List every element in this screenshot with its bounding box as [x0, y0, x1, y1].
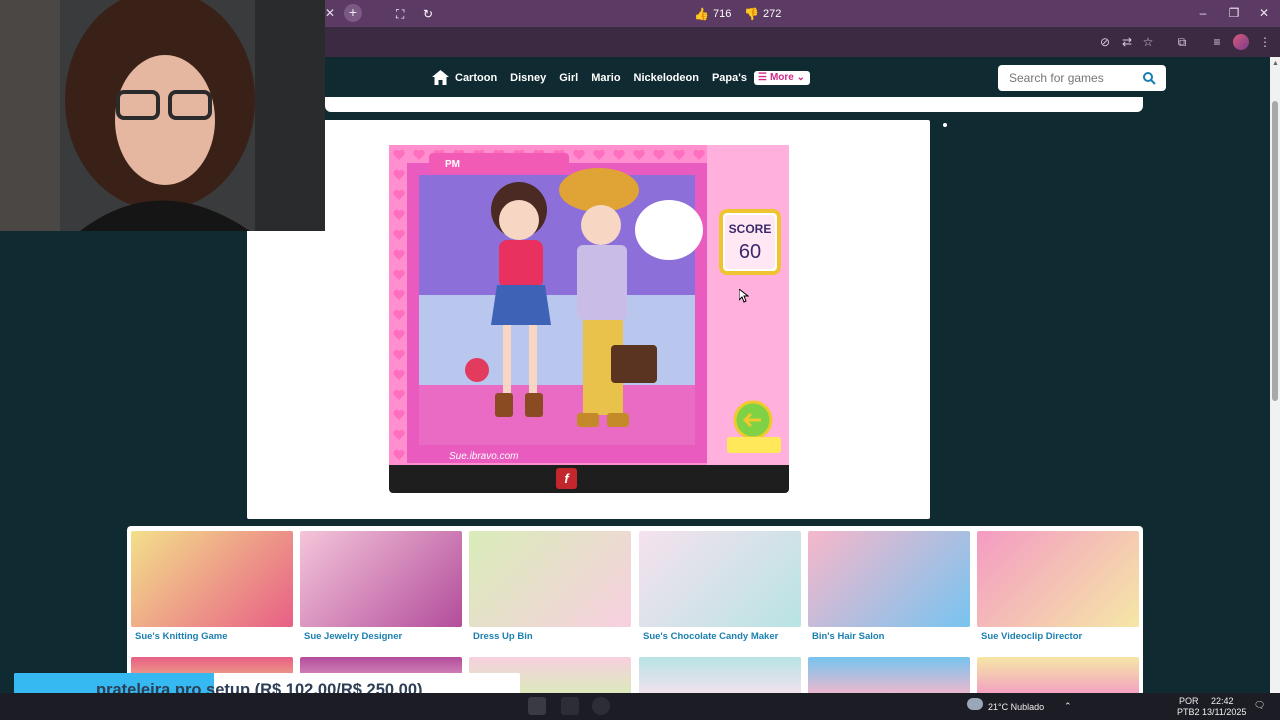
thumbnail-title[interactable]: Sue's Chocolate Candy Maker	[639, 631, 801, 642]
thumbnail-image[interactable]	[131, 531, 293, 627]
game-thumbnail-row2[interactable]	[977, 657, 1139, 697]
score-label: SCORE	[729, 222, 772, 236]
maximize-button[interactable]: ❐	[1219, 4, 1249, 22]
chevron-down-icon: ⌄	[793, 72, 806, 83]
taskbar-shield-icon[interactable]	[561, 697, 579, 715]
site-credit: Sue.ibravo.com	[449, 451, 518, 462]
weather-icon[interactable]	[967, 698, 983, 710]
thumbnail-image[interactable]	[639, 531, 801, 627]
new-tab-button[interactable]: +	[344, 4, 362, 22]
scroll-up-icon[interactable]: ▲	[1272, 60, 1279, 67]
translate-icon[interactable]: ⇄	[1118, 33, 1136, 51]
nav-mario[interactable]: Mario	[591, 70, 620, 86]
tray-chevron-icon[interactable]: ⌃	[1064, 701, 1072, 712]
thumbs-down-icon[interactable]: 👎	[744, 5, 759, 23]
nav-disney[interactable]: Disney	[510, 70, 546, 86]
thumbnail-image[interactable]	[300, 531, 462, 627]
keyboard-layout[interactable]: PTB2	[1177, 707, 1200, 718]
nav-papas[interactable]: Papa's	[712, 70, 747, 86]
game-canvas[interactable]: PM SCORE 60 Sue.ibravo.com	[389, 145, 789, 465]
media-control-icon[interactable]: ≡	[1208, 33, 1226, 51]
extensions-icon[interactable]: ⧉	[1173, 33, 1191, 51]
close-window-button[interactable]: ✕	[1249, 4, 1279, 22]
breadcrumb-strip	[325, 97, 1143, 112]
search-icon[interactable]	[1142, 71, 1156, 85]
game-thumbnail[interactable]: Dress Up Bin	[469, 531, 631, 646]
like-count: 716	[713, 8, 732, 20]
main-nav: Cartoon Disney Girl Mario Nickelodeon Pa…	[432, 70, 811, 86]
game-control-bar	[389, 465, 789, 493]
clock-time[interactable]: 22:42	[1211, 696, 1234, 707]
thumbnail-title[interactable]: Dress Up Bin	[469, 631, 631, 642]
mouse-cursor	[739, 289, 749, 303]
thumbnail-image[interactable]	[469, 531, 631, 627]
notification-icon[interactable]: 🗨	[1254, 700, 1265, 711]
thumbnail-title[interactable]: Sue Jewelry Designer	[300, 631, 462, 642]
game-thumbnail-row2[interactable]	[639, 657, 801, 697]
minimize-button[interactable]: –	[1188, 4, 1218, 22]
windows-taskbar	[0, 693, 1280, 720]
thumbnail-image[interactable]	[808, 531, 970, 627]
game-thumbnail[interactable]: Sue's Knitting Game	[131, 531, 293, 646]
flash-icon[interactable]: f	[556, 468, 577, 489]
game-thumbnail[interactable]: Sue Videoclip Director	[977, 531, 1139, 646]
language-indicator[interactable]: POR	[1179, 696, 1199, 707]
weather-text[interactable]: 21°C Nublado	[988, 702, 1044, 713]
fullscreen-icon[interactable]: ⛶	[396, 5, 404, 23]
nav-cartoon[interactable]: Cartoon	[455, 70, 497, 86]
profile-avatar[interactable]	[1233, 34, 1249, 50]
nav-girl[interactable]: Girl	[559, 70, 578, 86]
thumbnail-image[interactable]	[977, 531, 1139, 627]
game-thumbnail[interactable]: Bin's Hair Salon	[808, 531, 970, 646]
search-bar	[998, 65, 1166, 91]
dislike-count: 272	[763, 8, 782, 20]
nav-more-button[interactable]: ☰ More ⌄	[753, 71, 811, 85]
camera-blocked-icon[interactable]: ⊘	[1096, 33, 1114, 51]
browser-menu-icon[interactable]: ⋮	[1256, 33, 1274, 51]
thumbnail-title[interactable]: Sue Videoclip Director	[977, 631, 1139, 642]
menu-icon: ☰	[757, 72, 767, 83]
game-thumbnail[interactable]: Sue's Chocolate Candy Maker	[639, 531, 801, 646]
clock-date[interactable]: 13/11/2025	[1202, 707, 1246, 718]
scrollbar-thumb[interactable]	[1272, 101, 1278, 401]
thumbnail-title[interactable]: Bin's Hair Salon	[808, 631, 970, 642]
search-input[interactable]	[998, 65, 1128, 91]
score-value: 60	[739, 241, 761, 263]
game-thumbnail-row2[interactable]	[808, 657, 970, 697]
nav-nickelodeon[interactable]: Nickelodeon	[634, 70, 699, 86]
reload-icon[interactable]: ↻	[423, 5, 433, 23]
taskbar-globe-icon[interactable]	[592, 697, 610, 715]
svg-text:PM: PM	[445, 159, 460, 170]
game-thumbnail[interactable]: Sue Jewelry Designer	[300, 531, 462, 646]
webcam-overlay	[0, 0, 325, 231]
decorative-dot	[943, 123, 947, 127]
thumbnail-title[interactable]: Sue's Knitting Game	[131, 631, 293, 642]
home-icon[interactable]	[432, 70, 450, 86]
taskbar-app-icon[interactable]	[528, 697, 546, 715]
bookmark-star-icon[interactable]: ☆	[1139, 33, 1157, 51]
thumbs-up-icon[interactable]: 👍	[694, 5, 709, 23]
